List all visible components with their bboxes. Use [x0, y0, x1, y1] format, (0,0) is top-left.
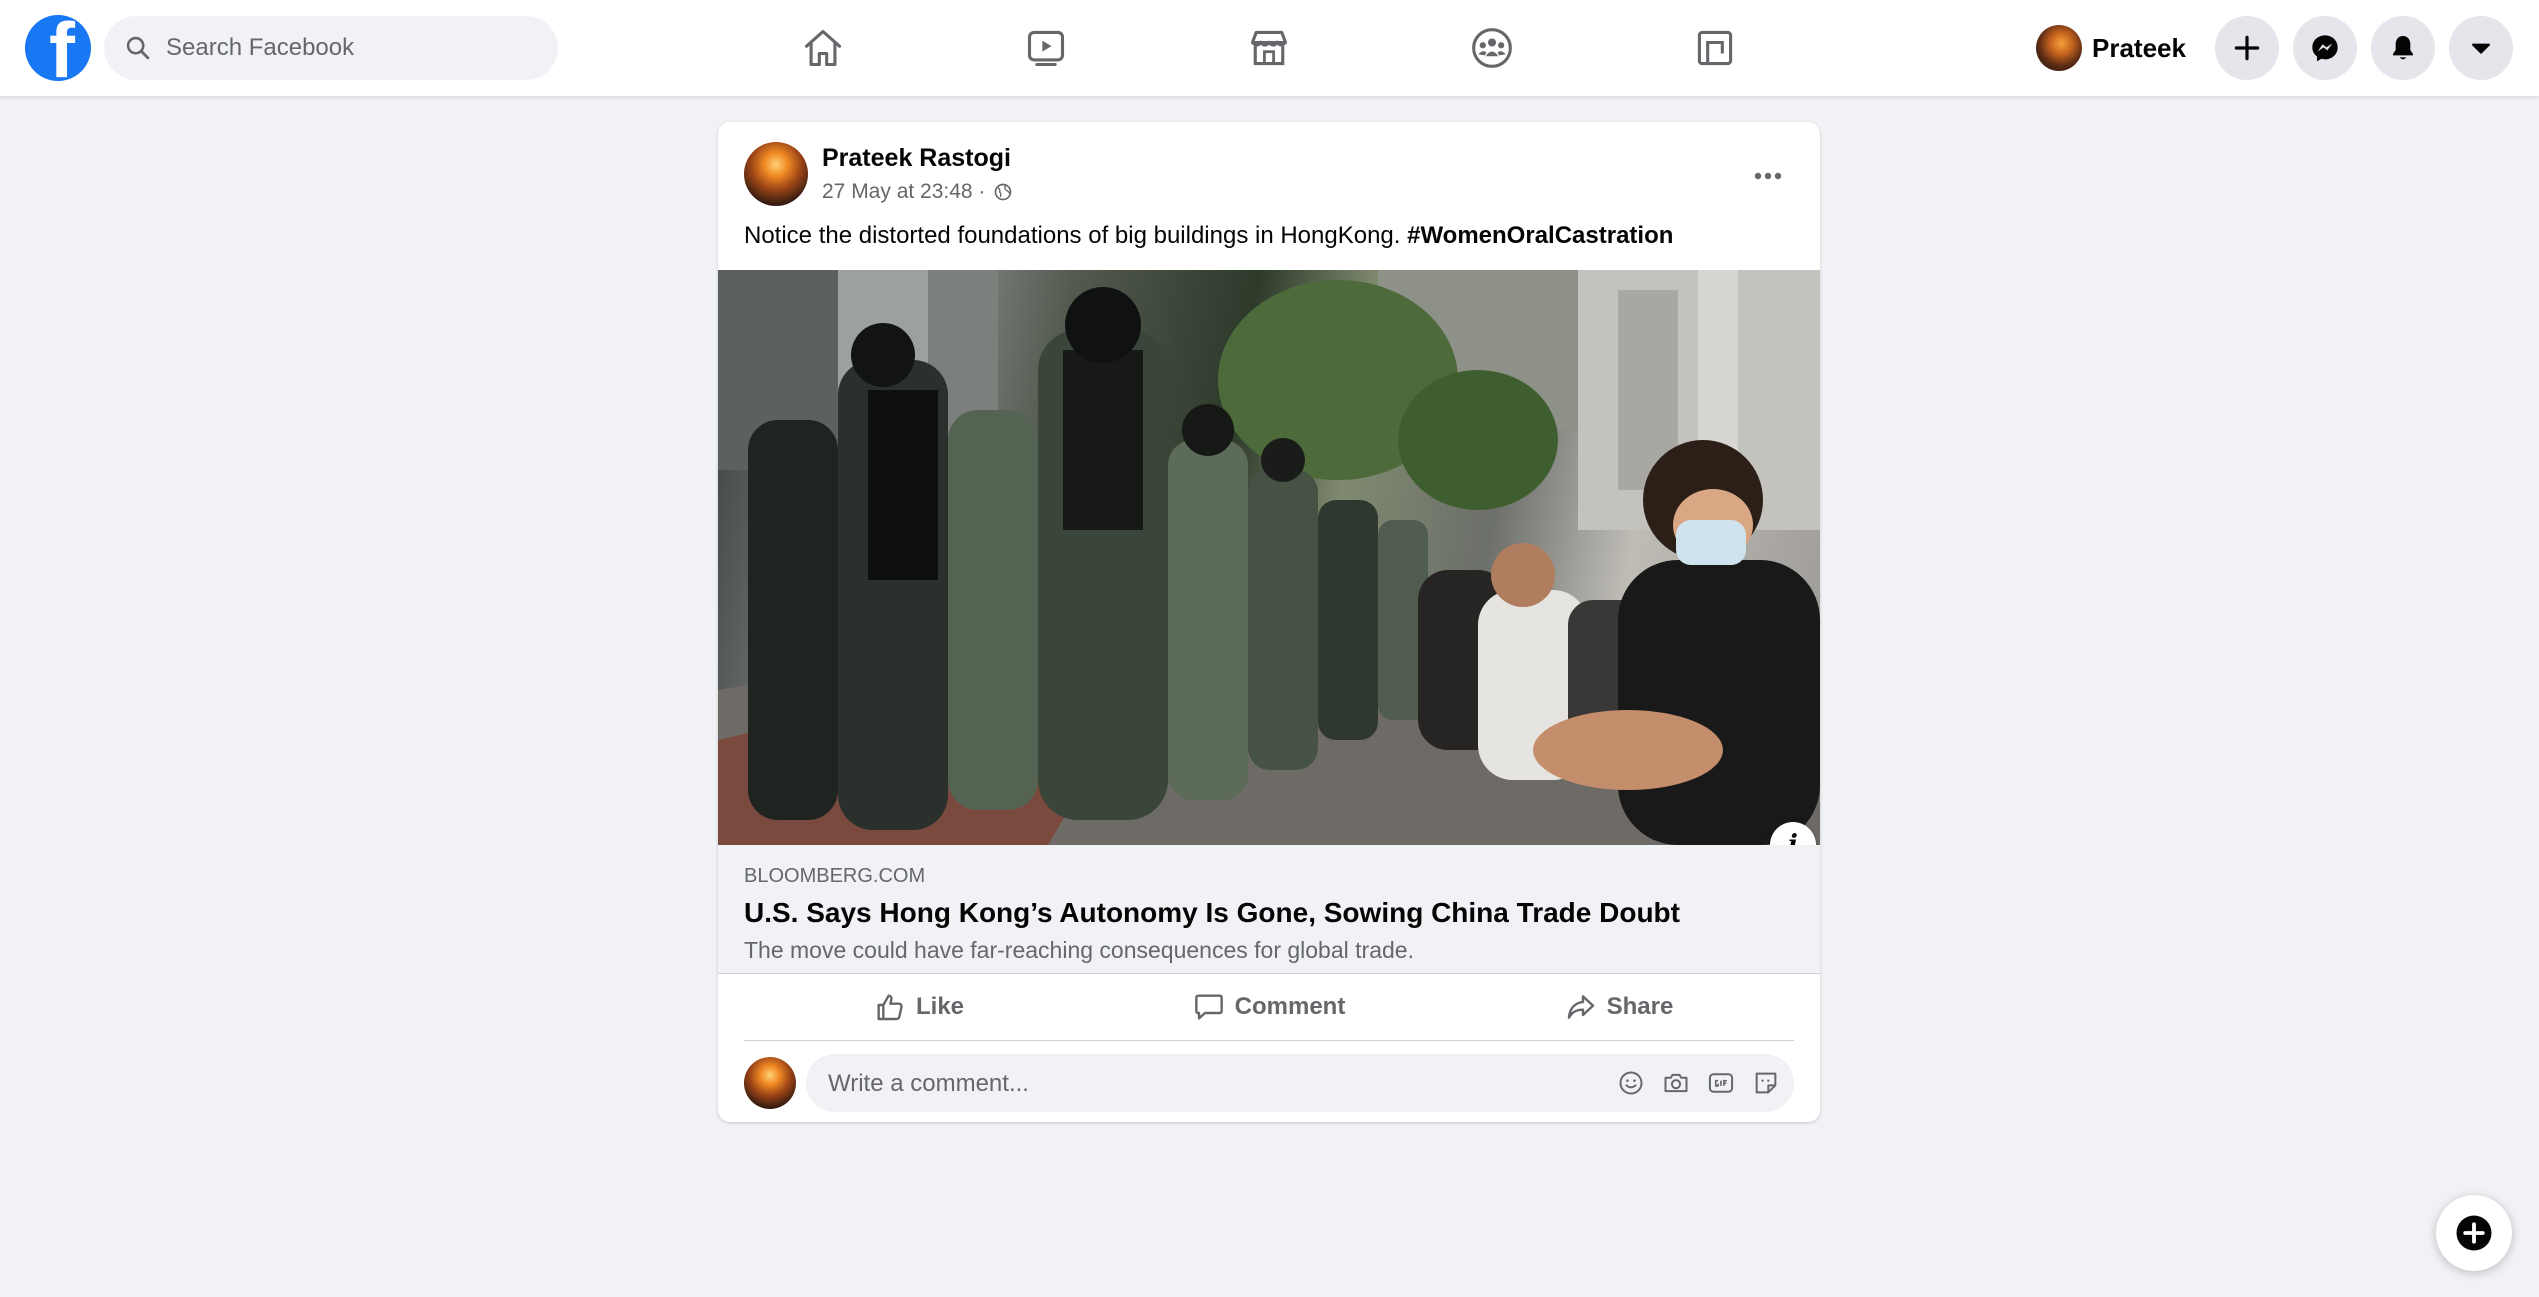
- messenger-icon: [2312, 35, 2338, 62]
- tab-gaming[interactable]: [1620, 0, 1810, 96]
- link-preview[interactable]: BLOOMBERG.COM U.S. Says Hong Kong’s Auto…: [718, 845, 1820, 974]
- link-domain: BLOOMBERG.COM: [744, 865, 926, 887]
- share-icon: [1567, 995, 1594, 1019]
- protest-photo: [718, 270, 1820, 845]
- sticker-icon: [1755, 1072, 1777, 1094]
- caret-down-icon: [2472, 43, 2490, 54]
- share-label: Share: [1606, 993, 1674, 1020]
- emoji-button[interactable]: [1615, 1067, 1647, 1099]
- top-navigation-bar: f Search Facebook Prateek: [0, 0, 2539, 96]
- groups-icon: [1472, 28, 1512, 68]
- tab-marketplace[interactable]: [1174, 0, 1364, 96]
- like-label: Like: [915, 993, 965, 1020]
- bell-icon: [2393, 36, 2413, 60]
- more-horizontal-icon: [1754, 172, 1782, 180]
- facebook-logo-letter: f: [49, 15, 75, 81]
- gif-icon: [1708, 1073, 1734, 1093]
- new-message-icon: [2456, 1215, 2492, 1251]
- post-timestamp[interactable]: 27 May at 23:48 ·: [822, 180, 985, 204]
- gaming-icon: [1697, 30, 1733, 66]
- plus-icon: [2234, 35, 2260, 61]
- create-button[interactable]: [2215, 16, 2279, 80]
- link-title: U.S. Says Hong Kong’s Autonomy Is Gone, …: [744, 897, 1680, 928]
- post-meta: 27 May at 23:48 ·: [822, 180, 1013, 204]
- tab-home[interactable]: [728, 0, 918, 96]
- post-text: Notice the distorted foundations of big …: [744, 222, 1673, 250]
- messenger-button[interactable]: [2293, 16, 2357, 80]
- comment-tools: [1602, 1067, 1782, 1099]
- comment-composer[interactable]: [806, 1054, 1794, 1114]
- tab-watch[interactable]: [951, 0, 1141, 96]
- hashtag-link[interactable]: #WomenOralCastration: [1407, 222, 1673, 249]
- comment-icon: [1194, 994, 1223, 1020]
- comment-label: Comment: [1234, 993, 1346, 1020]
- post-body: Notice the distorted foundations of big …: [744, 222, 1401, 249]
- post-options-button[interactable]: [1740, 148, 1796, 204]
- photo-button[interactable]: [1660, 1067, 1692, 1099]
- marketplace-icon: [1250, 30, 1288, 66]
- comment-button[interactable]: Comment: [1094, 974, 1444, 1040]
- author-avatar[interactable]: [744, 142, 808, 206]
- avatar: [2036, 25, 2082, 71]
- gif-button[interactable]: [1705, 1067, 1737, 1099]
- post-actions: Like Comment Share: [744, 974, 1794, 1041]
- like-button[interactable]: Like: [744, 974, 1094, 1040]
- home-icon: [804, 29, 842, 67]
- search-bar[interactable]: [104, 16, 558, 80]
- search-input[interactable]: [164, 33, 548, 63]
- post-card: Prateek Rastogi 27 May at 23:48 · Notice…: [718, 122, 1820, 1122]
- profile-link[interactable]: Prateek: [2036, 20, 2198, 76]
- author-name[interactable]: Prateek Rastogi: [822, 144, 1011, 173]
- facebook-logo[interactable]: f: [25, 15, 91, 81]
- tab-groups[interactable]: [1397, 0, 1587, 96]
- camera-icon: [1664, 1073, 1688, 1093]
- share-button[interactable]: Share: [1444, 974, 1794, 1040]
- account-menu-button[interactable]: [2449, 16, 2513, 80]
- link-description: The move could have far-reaching consequ…: [744, 937, 1414, 963]
- watch-icon: [1027, 30, 1065, 67]
- emoji-icon: [1619, 1071, 1643, 1095]
- search-icon: [126, 36, 150, 60]
- globe-icon: [995, 183, 1012, 201]
- link-preview-image[interactable]: [718, 270, 1820, 845]
- thumbs-up-icon: [877, 994, 903, 1021]
- new-message-button[interactable]: [2436, 1195, 2512, 1271]
- comment-input[interactable]: [826, 1054, 1570, 1114]
- profile-name: Prateek: [2092, 32, 2186, 63]
- notifications-button[interactable]: [2371, 16, 2435, 80]
- commenter-avatar[interactable]: [744, 1057, 796, 1109]
- sticker-button[interactable]: [1750, 1067, 1782, 1099]
